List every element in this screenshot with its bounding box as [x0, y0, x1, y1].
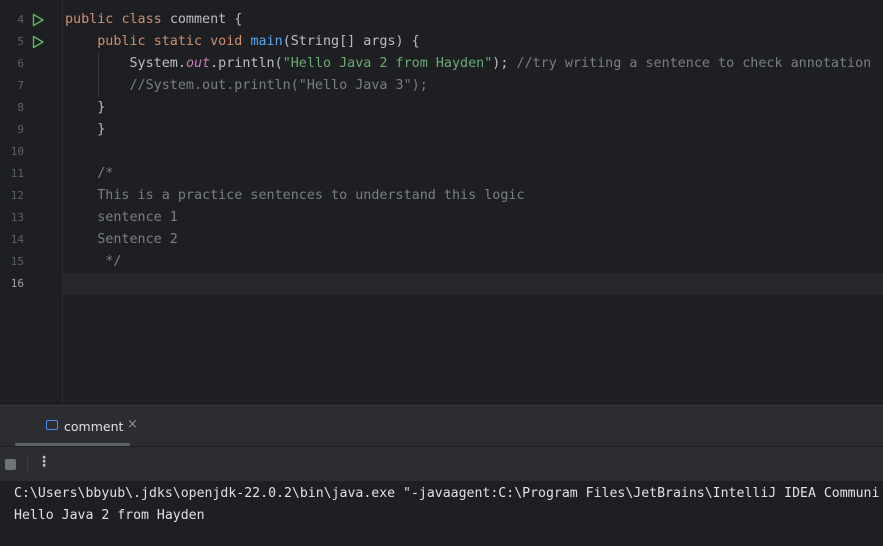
code-token: "Hello Java 2 from Hayden" — [282, 56, 493, 71]
code-line: /* — [65, 163, 113, 185]
line-number-gutter: 4 5 6 7 8 9 10 11 12 13 14 15 16 — [0, 0, 63, 405]
line-number: 12 — [10, 189, 24, 202]
line-number: 8 — [17, 101, 24, 114]
stop-icon[interactable] — [5, 459, 16, 470]
run-gutter-icon[interactable] — [31, 13, 45, 27]
code-token: static — [153, 34, 211, 49]
code-line: */ — [65, 251, 121, 273]
code-line: System.out.println("Hello Java 2 from Ha… — [65, 53, 871, 75]
code-token: main — [250, 34, 283, 49]
run-tab-comment[interactable]: comment × — [18, 406, 138, 446]
code-token: sentence 1 — [65, 210, 178, 225]
line-number: 9 — [17, 123, 24, 136]
line-number: 11 — [10, 167, 24, 180]
more-vertical-icon[interactable]: ⋮ — [37, 454, 51, 470]
code-line: sentence 1 — [65, 207, 178, 229]
code-token: } — [65, 100, 106, 115]
console-output-line: C:\Users\bbyub\.jdks\openjdk-22.0.2\bin\… — [14, 486, 880, 501]
line-number: 14 — [10, 233, 24, 246]
line-number: 10 — [10, 145, 24, 158]
code-token: public — [65, 12, 122, 27]
code-token: .println( — [210, 56, 283, 71]
line-number: 16 — [10, 277, 24, 290]
line-number: 13 — [10, 211, 24, 224]
code-token: ); — [492, 56, 517, 71]
code-line: public static void main(String[] args) { — [65, 31, 420, 53]
code-line: //System.out.println("Hello Java 3"); — [65, 75, 428, 97]
line-number: 7 — [17, 79, 24, 92]
code-line: } — [65, 119, 105, 141]
code-token: } — [65, 122, 106, 137]
run-tool-window: comment × ⋮ C:\Users\bbyub\.jdks\openjdk… — [0, 405, 883, 546]
run-toolbar: ⋮ — [0, 447, 883, 481]
toolbar-separator — [27, 455, 28, 473]
console-tab-icon — [46, 420, 58, 430]
code-token: (String[] args) { — [282, 34, 420, 49]
code-token: System. — [65, 56, 186, 71]
code-token: out — [185, 56, 211, 71]
line-number: 15 — [10, 255, 24, 268]
code-token: //System.out.println("Hello Java 3"); — [129, 78, 428, 93]
run-tab-bar: comment × — [0, 406, 883, 447]
active-tab-indicator — [15, 443, 130, 446]
code-editor[interactable]: 4 5 6 7 8 9 10 11 12 13 14 15 16 public class commen… — [0, 0, 883, 405]
code-token: class — [121, 12, 170, 27]
code-line: } — [65, 97, 105, 119]
current-line-highlight — [0, 273, 883, 295]
code-token: This is a practice sentences to understa… — [65, 188, 525, 203]
console-output-line: Hello Java 2 from Hayden — [14, 508, 205, 523]
line-number: 4 — [17, 13, 24, 26]
code-token: //try writing a sentence to check annota… — [516, 56, 872, 71]
code-line: public class comment { — [65, 9, 242, 31]
run-gutter-icon[interactable] — [31, 35, 45, 49]
code-line: Sentence 2 — [65, 229, 178, 251]
line-number: 6 — [17, 57, 24, 70]
code-token: Sentence 2 — [65, 232, 178, 247]
code-token: void — [210, 34, 251, 49]
code-token: */ — [65, 254, 122, 269]
indent-guide — [98, 53, 99, 97]
run-tab-label: comment — [64, 419, 124, 434]
code-line: This is a practice sentences to understa… — [65, 185, 525, 207]
code-token: public — [97, 34, 154, 49]
line-number: 5 — [17, 35, 24, 48]
close-icon[interactable]: × — [127, 417, 138, 432]
code-token: /* — [65, 166, 114, 181]
code-token: comment { — [169, 12, 243, 27]
